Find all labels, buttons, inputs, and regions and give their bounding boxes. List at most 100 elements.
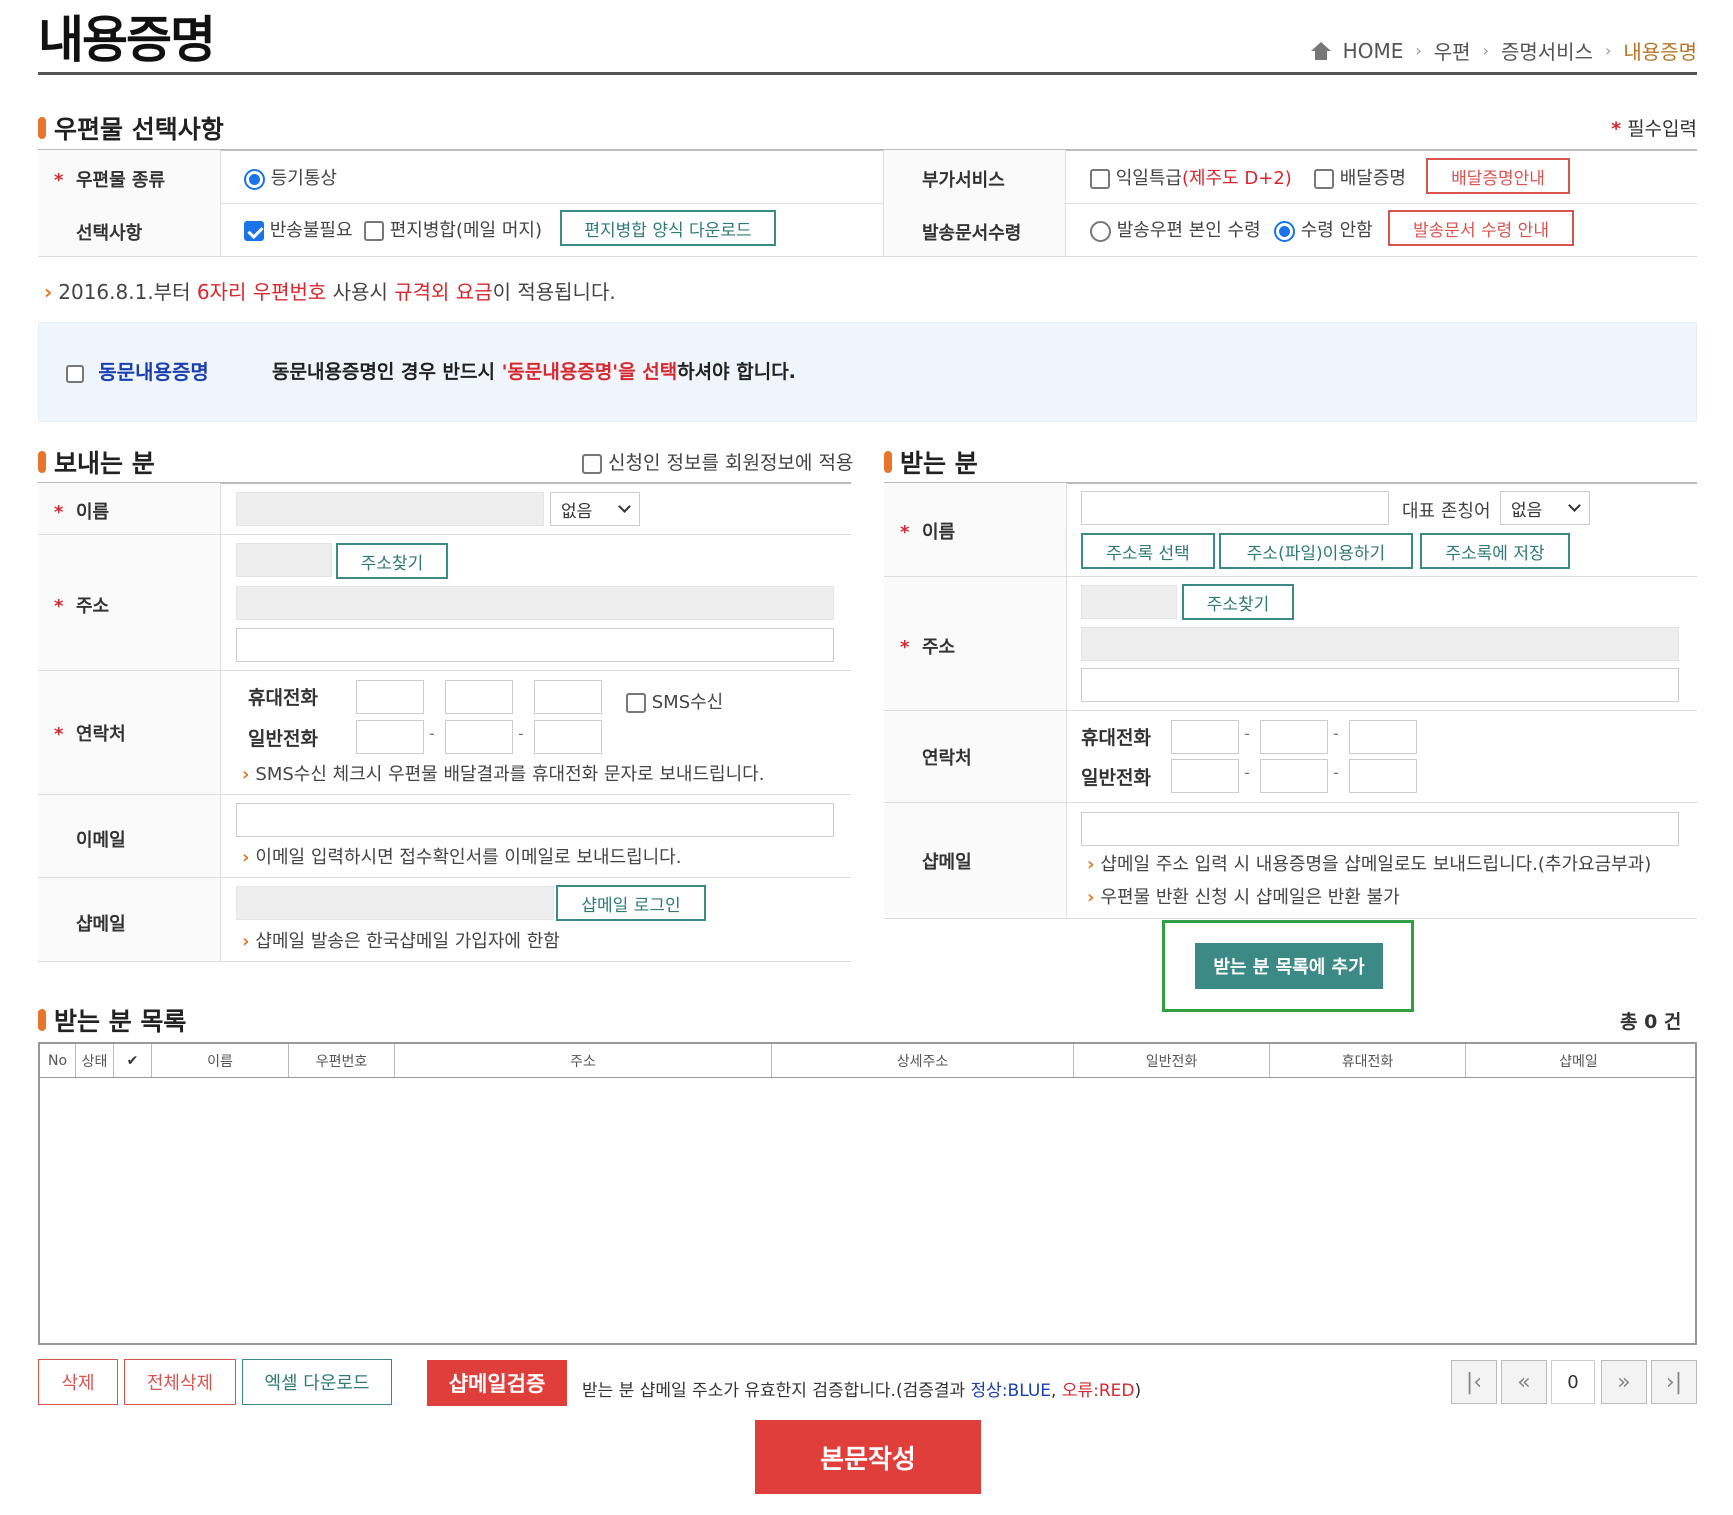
sms-checkbox[interactable] [626, 693, 646, 713]
col-shamail[interactable]: 샵메일 [1466, 1044, 1691, 1077]
col-zip[interactable]: 우편번호 [289, 1044, 395, 1077]
next-day-option[interactable]: 익일특급(제주도 D+2) [1090, 164, 1292, 190]
section-title-mail-options: 우편물 선택사항 [38, 110, 224, 146]
dash-separator: - [518, 724, 524, 743]
receiver-detail-address-input[interactable] [1081, 668, 1679, 702]
sender-find-address-button[interactable]: 주소찾기 [336, 543, 448, 579]
sender-zip-input[interactable] [236, 543, 332, 577]
receiver-phone-3[interactable] [1349, 759, 1417, 793]
current-page[interactable]: 0 [1551, 1360, 1595, 1404]
mail-type-radio[interactable] [244, 168, 265, 190]
no-return-option[interactable]: 반송불필요 [244, 216, 353, 242]
delivery-proof-option[interactable]: 배달증명 [1314, 164, 1406, 190]
col-address[interactable]: 주소 [395, 1044, 772, 1077]
sender-phone-2[interactable] [445, 720, 513, 754]
col-detail-address[interactable]: 상세주소 [772, 1044, 1074, 1077]
sender-detail-address-input[interactable] [236, 628, 834, 662]
delivery-proof-checkbox[interactable] [1314, 169, 1334, 189]
sender-phone-1[interactable] [356, 720, 424, 754]
breadcrumb-home[interactable]: HOME [1343, 39, 1404, 63]
address-file-button[interactable]: 주소(파일)이용하기 [1219, 533, 1413, 569]
first-page-icon[interactable]: |‹ [1451, 1360, 1497, 1404]
col-no[interactable]: No [40, 1044, 76, 1077]
sender-mobile-2[interactable] [445, 680, 513, 714]
dash-separator: - [429, 724, 435, 743]
col-name[interactable]: 이름 [152, 1044, 289, 1077]
sms-note: › SMS수신 체크시 우편물 배달결과를 휴대전화 문자로 보내드립니다. [242, 764, 765, 785]
dash-separator: - [1333, 763, 1339, 782]
receiver-mobile-3[interactable] [1349, 720, 1417, 754]
sender-title-select[interactable]: 없음 [550, 492, 640, 526]
sender-mobile-3[interactable] [534, 680, 602, 714]
receiver-honorific-select[interactable]: 없음 [1500, 491, 1590, 525]
receive-none-radio[interactable] [1274, 220, 1295, 242]
arrow-icon: › [242, 931, 250, 952]
receiver-find-address-button[interactable]: 주소찾기 [1182, 584, 1294, 620]
receiver-shamail-input[interactable] [1081, 812, 1679, 846]
breadcrumb-post[interactable]: 우편 [1434, 36, 1471, 65]
address-book-select-button[interactable]: 주소록 선택 [1081, 533, 1215, 569]
section-marker-icon [38, 1009, 46, 1031]
last-page-icon[interactable]: ›| [1651, 1360, 1697, 1404]
label-receiver-contact: 연락처 [922, 748, 972, 769]
label-sender-email: 이메일 [76, 830, 126, 851]
same-content-checkbox[interactable] [66, 364, 84, 383]
receiver-name-input[interactable] [1081, 491, 1389, 525]
merge-template-download-button[interactable]: 편지병합 양식 다운로드 [560, 210, 776, 246]
delete-button[interactable]: 삭제 [38, 1359, 118, 1405]
label-receiver-mobile: 휴대전화 [1081, 727, 1151, 749]
col-phone[interactable]: 일반전화 [1074, 1044, 1270, 1077]
same-content-desc: 동문내용증명인 경우 반드시 '동문내용증명'을 선택하셔야 합니다. [272, 361, 796, 383]
next-page-icon[interactable]: » [1601, 1360, 1647, 1404]
add-to-receiver-list-button[interactable]: 받는 분 목록에 추가 [1195, 943, 1383, 989]
label-sender-shamail: 샵메일 [76, 914, 126, 935]
apply-member-option[interactable]: 신청인 정보를 회원정보에 적용 [582, 448, 853, 475]
receiver-phone-2[interactable] [1260, 759, 1328, 793]
receiver-address-input[interactable] [1081, 627, 1679, 661]
arrow-icon: › [1087, 887, 1095, 908]
next-day-checkbox[interactable] [1090, 169, 1110, 189]
apply-member-checkbox[interactable] [582, 453, 602, 474]
receive-self-radio[interactable] [1090, 220, 1111, 242]
sender-phone-3[interactable] [534, 720, 602, 754]
sender-shamail-input[interactable] [236, 886, 554, 920]
sender-email-input[interactable] [236, 803, 834, 837]
col-mobile[interactable]: 휴대전화 [1270, 1044, 1466, 1077]
receiver-list-header: No 상태 ✔ 이름 우편번호 주소 상세주소 일반전화 휴대전화 샵메일 [38, 1042, 1697, 1078]
shamail-login-button[interactable]: 샵메일 로그인 [556, 885, 706, 921]
delivery-proof-guide-button[interactable]: 배달증명안내 [1426, 158, 1570, 194]
breadcrumb-proof-service[interactable]: 증명서비스 [1501, 36, 1593, 65]
no-return-checkbox[interactable] [244, 221, 264, 241]
sender-mobile-1[interactable] [356, 680, 424, 714]
delete-all-button[interactable]: 전체삭제 [124, 1359, 236, 1405]
excel-download-button[interactable]: 엑셀 다운로드 [242, 1359, 392, 1405]
label-sender-mobile: 휴대전화 [248, 687, 318, 709]
receive-self-option[interactable]: 발송우편 본인 수령 [1090, 216, 1261, 242]
receive-none-option[interactable]: 수령 안함 [1274, 216, 1373, 242]
mail-type-option[interactable]: 등기통상 [244, 164, 337, 190]
sender-address-input[interactable] [236, 586, 834, 620]
same-content-option[interactable]: 동문내용증명 [66, 356, 209, 385]
receiver-mobile-1[interactable] [1171, 720, 1239, 754]
doc-receive-guide-button[interactable]: 발송문서 수령 안내 [1388, 210, 1574, 246]
label-receiver-name: * 이름 [900, 522, 956, 543]
shamail-verify-button[interactable]: 샵메일검증 [427, 1360, 567, 1406]
receiver-zip-input[interactable] [1081, 585, 1177, 619]
col-check-icon[interactable]: ✔ [114, 1044, 152, 1077]
email-note: › 이메일 입력하시면 접수확인서를 이메일로 보내드립니다. [242, 847, 682, 868]
prev-page-icon[interactable]: « [1501, 1360, 1547, 1404]
mail-merge-checkbox[interactable] [364, 221, 384, 241]
write-body-button[interactable]: 본문작성 [755, 1420, 981, 1494]
chevron-down-icon [618, 500, 631, 513]
receiver-mobile-2[interactable] [1260, 720, 1328, 754]
receiver-phone-1[interactable] [1171, 759, 1239, 793]
receiver-list-body[interactable] [38, 1078, 1697, 1345]
col-status[interactable]: 상태 [76, 1044, 114, 1077]
chevron-right-icon: › [1482, 41, 1489, 60]
arrow-icon: › [242, 847, 250, 868]
label-doc-receive: 발송문서수령 [922, 223, 1022, 244]
sender-name-input[interactable] [236, 492, 544, 526]
sms-option[interactable]: SMS수신 [626, 688, 723, 714]
save-address-book-button[interactable]: 주소록에 저장 [1420, 533, 1570, 569]
mail-merge-option[interactable]: 편지병합(메일 머지) [364, 216, 542, 242]
